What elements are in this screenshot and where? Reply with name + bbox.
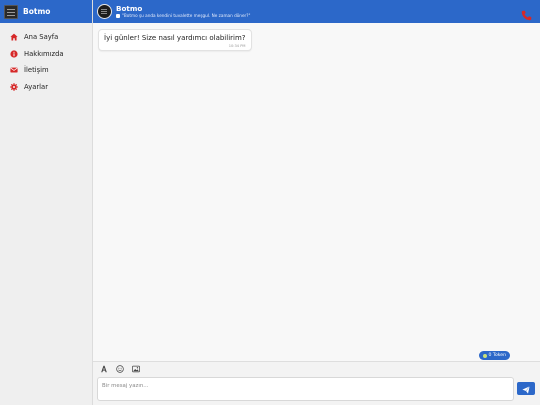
send-button[interactable] bbox=[517, 382, 535, 395]
chat-area: İyi günler! Size nasıl yardımcı olabilir… bbox=[93, 23, 540, 361]
message-time: 10:34 PM bbox=[228, 44, 246, 48]
sidebar-item-label: İletişim bbox=[24, 66, 49, 75]
bot-status: "Botmo şu anda kendini tuvalette meşgul.… bbox=[116, 13, 250, 19]
sidebar-item-settings[interactable]: Ayarlar bbox=[0, 79, 92, 96]
info-icon bbox=[10, 50, 18, 58]
avatar bbox=[97, 4, 112, 19]
token-label: 0 Token bbox=[488, 353, 506, 358]
logo-icon bbox=[4, 4, 18, 19]
chat-header-info: Botmo "Botmo şu anda kendini tuvalette m… bbox=[116, 3, 250, 19]
message-input[interactable] bbox=[97, 377, 514, 401]
token-badge[interactable]: 0 Token bbox=[478, 351, 510, 360]
bot-name: Botmo bbox=[116, 3, 143, 13]
text-format-icon[interactable] bbox=[99, 365, 108, 374]
message-bubble: İyi günler! Size nasıl yardımcı olabilir… bbox=[98, 29, 252, 51]
sidebar-item-label: Ayarlar bbox=[24, 82, 49, 91]
chat-header: Botmo "Botmo şu anda kendini tuvalette m… bbox=[93, 0, 540, 23]
emoji-icon[interactable] bbox=[115, 365, 124, 374]
sidebar-nav: Ana Sayfa Hakkımızda İletişim Ayarlar bbox=[0, 29, 92, 95]
envelope-icon bbox=[10, 66, 18, 74]
token-icon bbox=[482, 353, 487, 358]
send-icon bbox=[522, 379, 530, 398]
bot-status-text: "Botmo şu anda kendini tuvalette meşgul.… bbox=[122, 12, 251, 18]
composer bbox=[93, 361, 540, 405]
image-icon[interactable] bbox=[131, 365, 140, 374]
sidebar: Botmo Ana Sayfa Hakkımızda İletişim Ayar… bbox=[0, 0, 93, 405]
sidebar-item-label: Ana Sayfa bbox=[24, 33, 59, 42]
sidebar-item-label: Hakkımızda bbox=[24, 49, 64, 58]
home-icon bbox=[10, 33, 18, 41]
sidebar-item-about[interactable]: Hakkımızda bbox=[0, 46, 92, 63]
sidebar-item-contact[interactable]: İletişim bbox=[0, 62, 92, 79]
phone-icon[interactable] bbox=[521, 6, 532, 21]
message-text: İyi günler! Size nasıl yardımcı olabilir… bbox=[104, 34, 246, 42]
gear-icon bbox=[10, 82, 18, 91]
composer-toolbar bbox=[93, 362, 540, 376]
status-icon bbox=[116, 13, 120, 18]
sidebar-title: Botmo bbox=[23, 7, 51, 16]
sidebar-header: Botmo bbox=[0, 0, 92, 23]
sidebar-item-home[interactable]: Ana Sayfa bbox=[0, 29, 92, 46]
